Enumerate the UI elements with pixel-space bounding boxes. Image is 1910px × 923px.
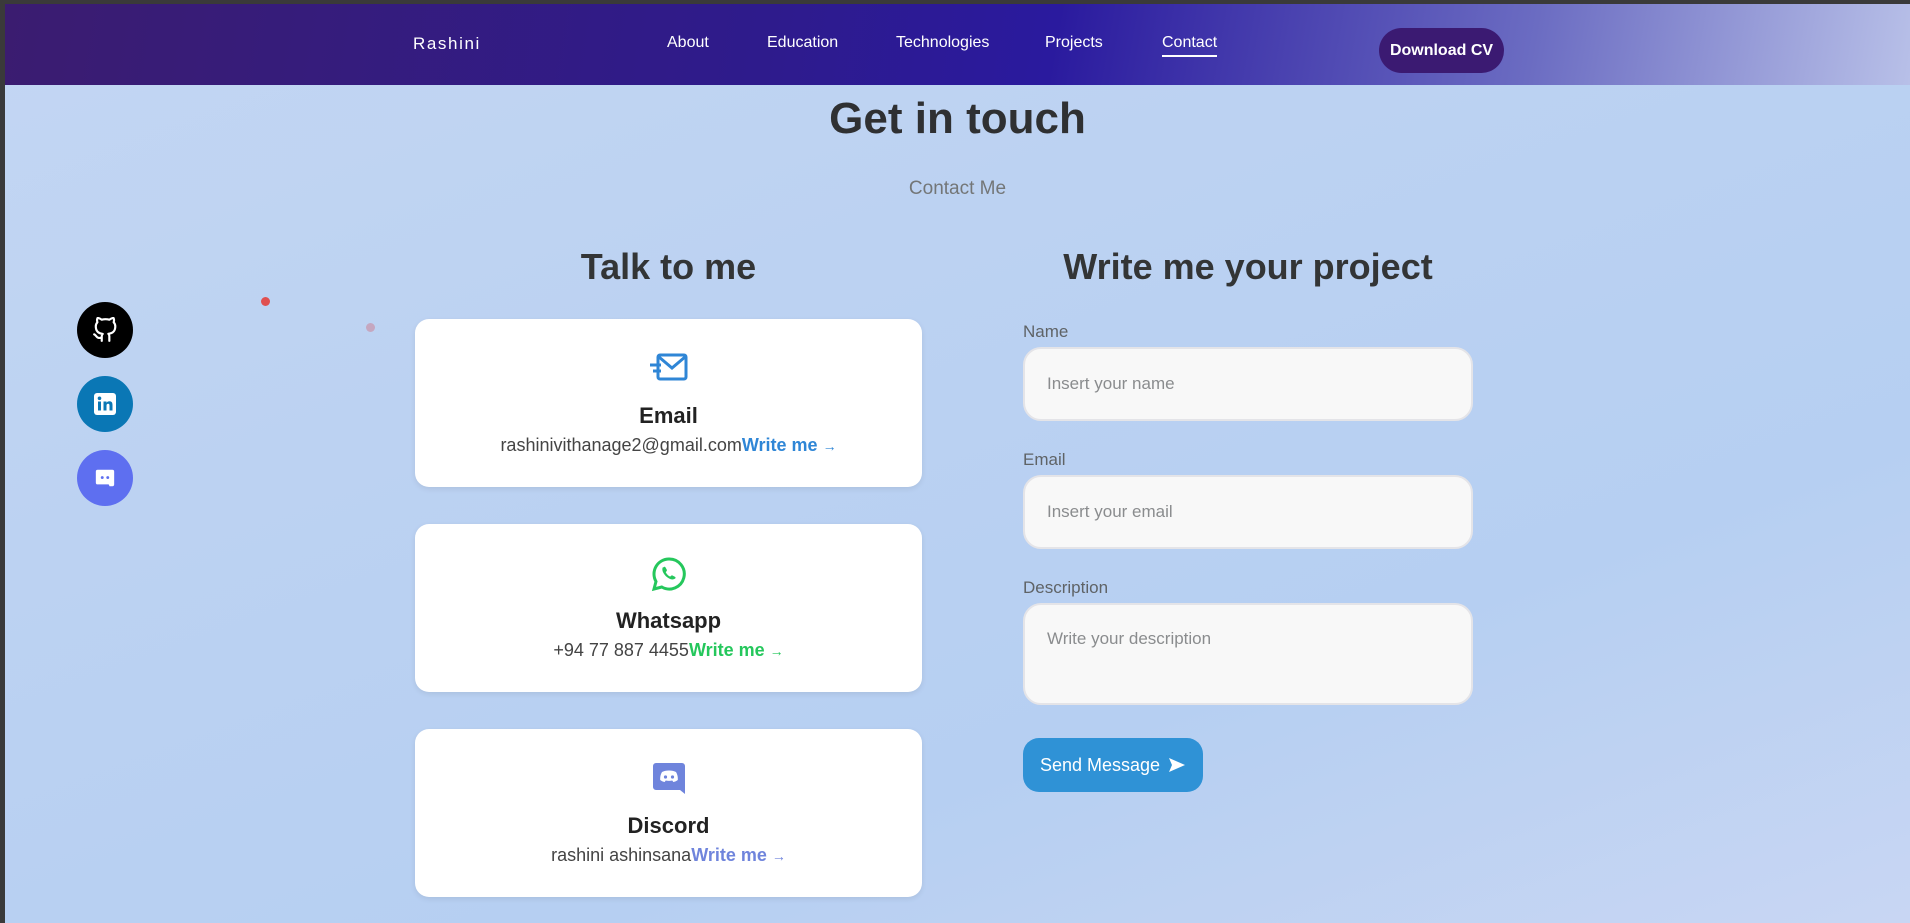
card-title: Email (639, 403, 698, 428)
arrow-right-icon: → (822, 438, 837, 454)
send-label: Send Message (1039, 754, 1161, 775)
nav-education[interactable]: Education (767, 34, 838, 52)
write-title: Write me your project (1063, 246, 1433, 287)
email-card: Email rashinivithanage2@gmail.comWrite m… (415, 319, 922, 487)
email-label: Email (1023, 450, 1066, 469)
discord-write-link[interactable]: Write me → (691, 845, 786, 865)
nav-about[interactable]: About (667, 34, 709, 52)
page-subtitle: Contact Me (908, 178, 1007, 199)
send-message-button[interactable]: Send Message (1023, 738, 1203, 792)
linkedin-icon (94, 393, 116, 415)
navbar: Rashini About Education Technologies Pro… (5, 4, 1910, 85)
download-cv-button[interactable]: Download CV (1379, 28, 1504, 73)
whatsapp-icon (651, 557, 686, 592)
whatsapp-card: Whatsapp +94 77 887 4455Write me → (415, 524, 922, 692)
email-input[interactable] (1023, 475, 1473, 549)
decor-dot (366, 323, 375, 332)
card-line: rashini ashinsanaWrite me → (415, 845, 922, 866)
nav-projects[interactable]: Projects (1045, 34, 1103, 52)
name-input[interactable] (1023, 347, 1473, 421)
card-title: Whatsapp (615, 608, 722, 633)
card-line: +94 77 887 4455Write me → (415, 640, 922, 661)
nav-technologies[interactable]: Technologies (896, 34, 989, 52)
page-title: Get in touch (829, 94, 1086, 143)
arrow-right-icon: → (769, 643, 784, 659)
discord-card: Discord rashini ashinsanaWrite me → (415, 729, 922, 897)
arrow-right-icon: → (771, 848, 786, 864)
description-label: Description (1023, 578, 1109, 597)
mail-icon (649, 353, 687, 381)
discord-icon (652, 763, 685, 794)
card-title: Discord (627, 813, 710, 838)
discord-icon (95, 469, 115, 487)
email-value: rashinivithanage2@gmail.com (500, 435, 742, 455)
discord-value: rashini ashinsana (551, 845, 692, 865)
whatsapp-value: +94 77 887 4455 (553, 640, 689, 660)
name-label: Name (1023, 322, 1069, 341)
whatsapp-write-link[interactable]: Write me → (689, 640, 784, 660)
description-textarea[interactable] (1023, 603, 1473, 705)
page: Rashini About Education Technologies Pro… (5, 4, 1910, 923)
discord-button[interactable] (77, 450, 133, 506)
github-button[interactable] (77, 302, 133, 358)
send-icon (1169, 758, 1186, 772)
nav-contact[interactable]: Contact (1162, 34, 1218, 57)
github-icon (93, 317, 117, 342)
decor-dot (261, 297, 270, 306)
brand-logo[interactable]: Rashini (413, 34, 481, 54)
linkedin-button[interactable] (77, 376, 133, 432)
card-line: rashinivithanage2@gmail.comWrite me → (415, 435, 922, 456)
talk-title: Talk to me (580, 246, 757, 287)
email-write-link[interactable]: Write me → (742, 435, 837, 455)
